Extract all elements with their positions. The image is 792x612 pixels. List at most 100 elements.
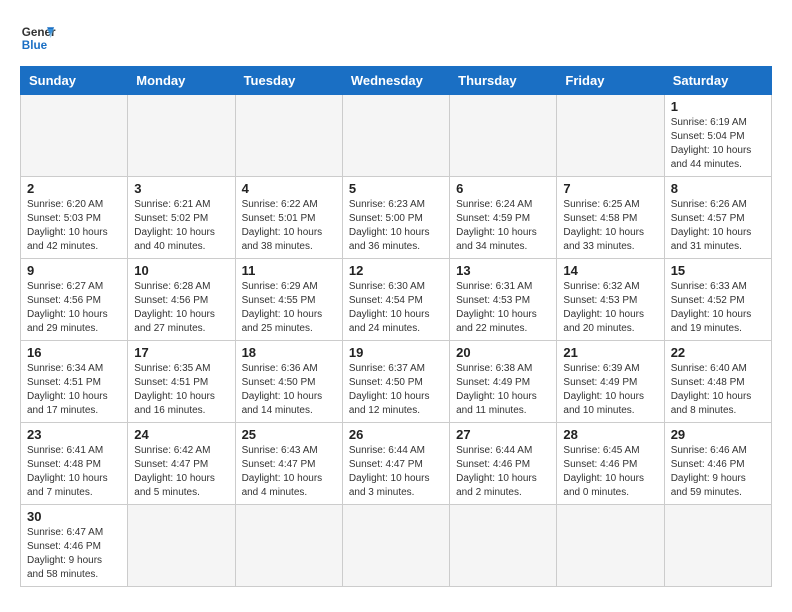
calendar-cell: 14 Sunrise: 6:32 AM Sunset: 4:53 PM Dayli…: [557, 259, 664, 341]
day-info: Sunrise: 6:37 AM Sunset: 4:50 PM Dayligh…: [349, 362, 443, 418]
calendar-cell: 20 Sunrise: 6:38 AM Sunset: 4:49 PM Dayli…: [450, 341, 557, 423]
calendar-cell: 4 Sunrise: 6:22 AM Sunset: 5:01 PM Daylig…: [235, 177, 342, 259]
day-number: 14: [563, 263, 657, 278]
calendar-cell: 18 Sunrise: 6:36 AM Sunset: 4:50 PM Dayli…: [235, 341, 342, 423]
day-number: 8: [671, 181, 765, 196]
calendar-cell: [128, 505, 235, 587]
calendar-cell: 12 Sunrise: 6:30 AM Sunset: 4:54 PM Dayli…: [342, 259, 449, 341]
calendar-row-3: 16Sunrise: 6:34 AM Sunset: 4:51 PM Dayli…: [21, 341, 772, 423]
day-info: Sunrise: 6:28 AM Sunset: 4:56 PM Dayligh…: [134, 280, 228, 336]
day-number: 19: [349, 345, 443, 360]
calendar-cell: [557, 505, 664, 587]
day-info: Sunrise: 6:23 AM Sunset: 5:00 PM Dayligh…: [349, 198, 443, 254]
day-info: Sunrise: 6:39 AM Sunset: 4:49 PM Dayligh…: [563, 362, 657, 418]
calendar-cell: 1Sunrise: 6:19 AM Sunset: 5:04 PM Daylig…: [664, 95, 771, 177]
day-number: 10: [134, 263, 228, 278]
weekday-header-monday: Monday: [128, 67, 235, 95]
day-number: 5: [349, 181, 443, 196]
weekday-header-friday: Friday: [557, 67, 664, 95]
weekday-header-wednesday: Wednesday: [342, 67, 449, 95]
calendar-cell: 8 Sunrise: 6:26 AM Sunset: 4:57 PM Daylig…: [664, 177, 771, 259]
day-number: 15: [671, 263, 765, 278]
day-info: Sunrise: 6:38 AM Sunset: 4:49 PM Dayligh…: [456, 362, 550, 418]
day-info: Sunrise: 6:41 AM Sunset: 4:48 PM Dayligh…: [27, 444, 121, 500]
day-info: Sunrise: 6:32 AM Sunset: 4:53 PM Dayligh…: [563, 280, 657, 336]
calendar-cell: 30 Sunrise: 6:47 AM Sunset: 4:46 PM Dayli…: [21, 505, 128, 587]
calendar-cell: 6 Sunrise: 6:24 AM Sunset: 4:59 PM Daylig…: [450, 177, 557, 259]
calendar-cell: 2Sunrise: 6:20 AM Sunset: 5:03 PM Daylig…: [21, 177, 128, 259]
day-info: Sunrise: 6:22 AM Sunset: 5:01 PM Dayligh…: [242, 198, 336, 254]
day-number: 9: [27, 263, 121, 278]
day-info: Sunrise: 6:45 AM Sunset: 4:46 PM Dayligh…: [563, 444, 657, 500]
calendar-cell: 9 Sunrise: 6:27 AM Sunset: 4:56 PM Daylig…: [21, 259, 128, 341]
day-number: 4: [242, 181, 336, 196]
day-number: 12: [349, 263, 443, 278]
day-info: Sunrise: 6:21 AM Sunset: 5:02 PM Dayligh…: [134, 198, 228, 254]
day-info: Sunrise: 6:19 AM Sunset: 5:04 PM Dayligh…: [671, 116, 765, 172]
day-info: Sunrise: 6:46 AM Sunset: 4:46 PM Dayligh…: [671, 444, 765, 500]
day-info: Sunrise: 6:44 AM Sunset: 4:46 PM Dayligh…: [456, 444, 550, 500]
day-info: Sunrise: 6:36 AM Sunset: 4:50 PM Dayligh…: [242, 362, 336, 418]
day-info: Sunrise: 6:35 AM Sunset: 4:51 PM Dayligh…: [134, 362, 228, 418]
day-number: 25: [242, 427, 336, 442]
day-number: 18: [242, 345, 336, 360]
calendar-cell: 3Sunrise: 6:21 AM Sunset: 5:02 PM Daylig…: [128, 177, 235, 259]
day-number: 16: [27, 345, 121, 360]
calendar: SundayMondayTuesdayWednesdayThursdayFrid…: [20, 66, 772, 587]
day-number: 7: [563, 181, 657, 196]
weekday-header-tuesday: Tuesday: [235, 67, 342, 95]
day-number: 29: [671, 427, 765, 442]
day-number: 2: [27, 181, 121, 196]
calendar-cell: 28 Sunrise: 6:45 AM Sunset: 4:46 PM Dayli…: [557, 423, 664, 505]
calendar-row-1: 2Sunrise: 6:20 AM Sunset: 5:03 PM Daylig…: [21, 177, 772, 259]
day-number: 22: [671, 345, 765, 360]
calendar-cell: 27 Sunrise: 6:44 AM Sunset: 4:46 PM Dayli…: [450, 423, 557, 505]
calendar-cell: [342, 95, 449, 177]
day-info: Sunrise: 6:31 AM Sunset: 4:53 PM Dayligh…: [456, 280, 550, 336]
day-number: 11: [242, 263, 336, 278]
calendar-cell: 13 Sunrise: 6:31 AM Sunset: 4:53 PM Dayli…: [450, 259, 557, 341]
calendar-cell: 16Sunrise: 6:34 AM Sunset: 4:51 PM Dayli…: [21, 341, 128, 423]
day-info: Sunrise: 6:29 AM Sunset: 4:55 PM Dayligh…: [242, 280, 336, 336]
day-info: Sunrise: 6:30 AM Sunset: 4:54 PM Dayligh…: [349, 280, 443, 336]
calendar-row-5: 30 Sunrise: 6:47 AM Sunset: 4:46 PM Dayli…: [21, 505, 772, 587]
calendar-cell: 24Sunrise: 6:42 AM Sunset: 4:47 PM Dayli…: [128, 423, 235, 505]
calendar-cell: [450, 505, 557, 587]
day-number: 27: [456, 427, 550, 442]
day-number: 30: [27, 509, 121, 524]
calendar-cell: [235, 95, 342, 177]
svg-text:Blue: Blue: [22, 39, 48, 52]
day-number: 26: [349, 427, 443, 442]
day-info: Sunrise: 6:43 AM Sunset: 4:47 PM Dayligh…: [242, 444, 336, 500]
day-info: Sunrise: 6:26 AM Sunset: 4:57 PM Dayligh…: [671, 198, 765, 254]
calendar-cell: [342, 505, 449, 587]
calendar-cell: 7 Sunrise: 6:25 AM Sunset: 4:58 PM Daylig…: [557, 177, 664, 259]
calendar-row-4: 23 Sunrise: 6:41 AM Sunset: 4:48 PM Dayli…: [21, 423, 772, 505]
day-number: 17: [134, 345, 228, 360]
weekday-header-sunday: Sunday: [21, 67, 128, 95]
day-info: Sunrise: 6:42 AM Sunset: 4:47 PM Dayligh…: [134, 444, 228, 500]
calendar-row-2: 9 Sunrise: 6:27 AM Sunset: 4:56 PM Daylig…: [21, 259, 772, 341]
calendar-cell: 19 Sunrise: 6:37 AM Sunset: 4:50 PM Dayli…: [342, 341, 449, 423]
day-info: Sunrise: 6:33 AM Sunset: 4:52 PM Dayligh…: [671, 280, 765, 336]
calendar-cell: 23 Sunrise: 6:41 AM Sunset: 4:48 PM Dayli…: [21, 423, 128, 505]
day-number: 13: [456, 263, 550, 278]
day-info: Sunrise: 6:27 AM Sunset: 4:56 PM Dayligh…: [27, 280, 121, 336]
weekday-header-thursday: Thursday: [450, 67, 557, 95]
day-number: 23: [27, 427, 121, 442]
calendar-cell: 26Sunrise: 6:44 AM Sunset: 4:47 PM Dayli…: [342, 423, 449, 505]
day-info: Sunrise: 6:25 AM Sunset: 4:58 PM Dayligh…: [563, 198, 657, 254]
calendar-cell: 5 Sunrise: 6:23 AM Sunset: 5:00 PM Daylig…: [342, 177, 449, 259]
calendar-cell: [557, 95, 664, 177]
day-number: 20: [456, 345, 550, 360]
weekday-header-row: SundayMondayTuesdayWednesdayThursdayFrid…: [21, 67, 772, 95]
day-number: 28: [563, 427, 657, 442]
calendar-cell: 21Sunrise: 6:39 AM Sunset: 4:49 PM Dayli…: [557, 341, 664, 423]
day-number: 6: [456, 181, 550, 196]
day-info: Sunrise: 6:47 AM Sunset: 4:46 PM Dayligh…: [27, 526, 121, 582]
calendar-cell: [128, 95, 235, 177]
calendar-cell: [235, 505, 342, 587]
calendar-cell: 17 Sunrise: 6:35 AM Sunset: 4:51 PM Dayli…: [128, 341, 235, 423]
day-info: Sunrise: 6:24 AM Sunset: 4:59 PM Dayligh…: [456, 198, 550, 254]
logo: General Blue: [20, 20, 56, 56]
